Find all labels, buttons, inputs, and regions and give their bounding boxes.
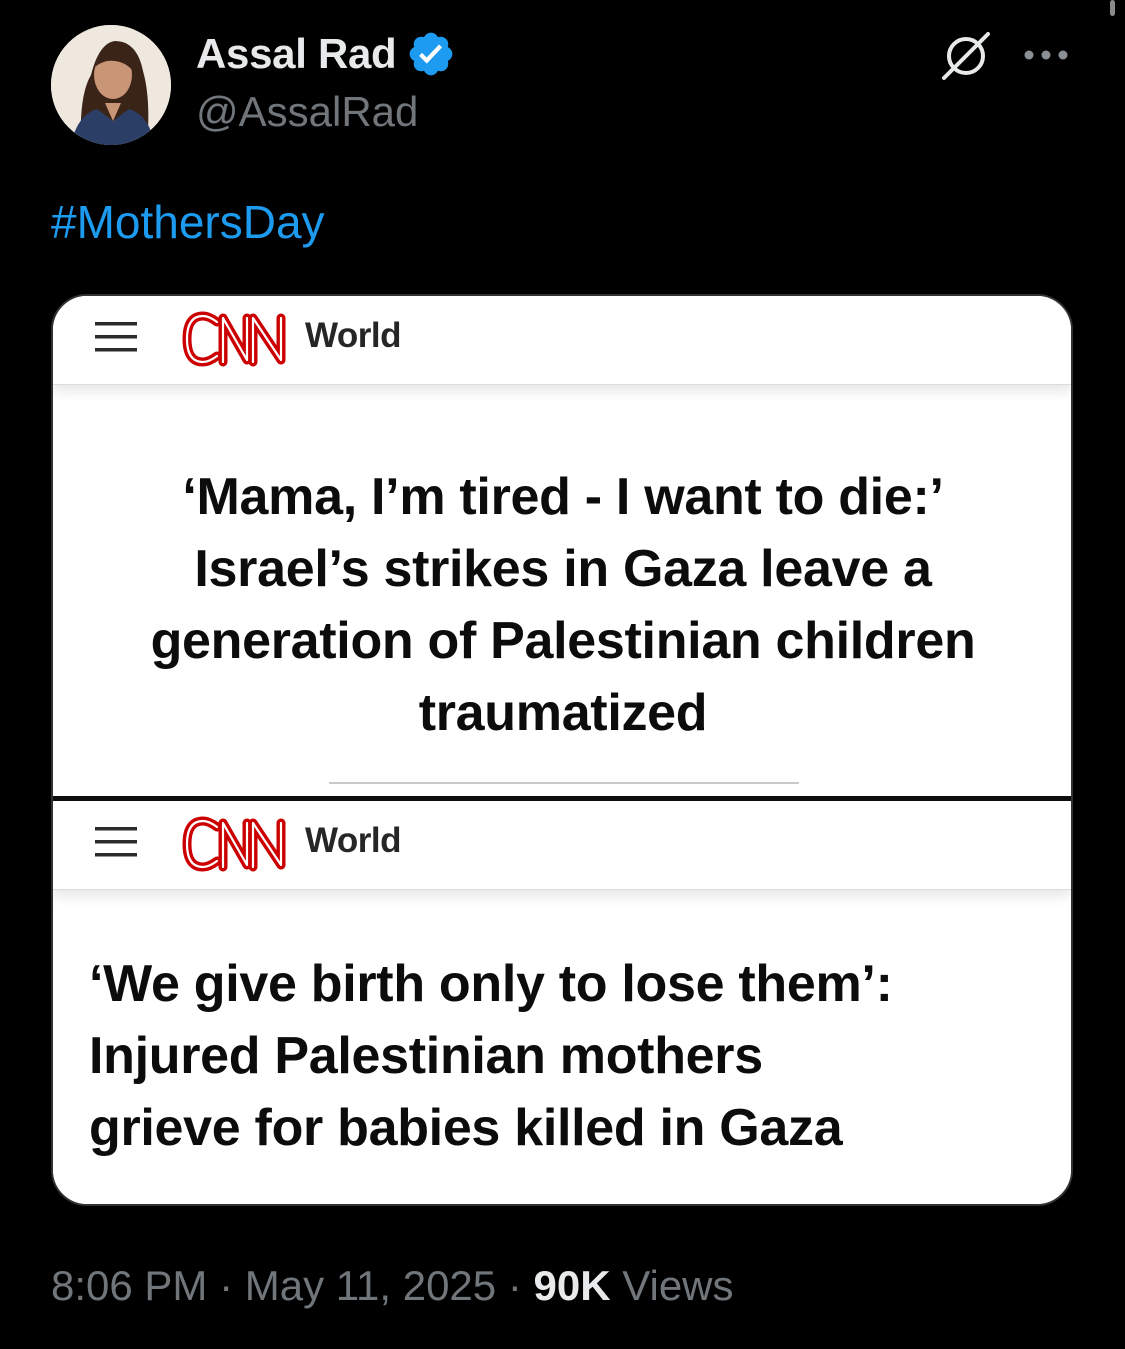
cnn-logo (181, 815, 293, 873)
avatar[interactable] (51, 25, 171, 145)
meta-separator: · (507, 1262, 522, 1309)
hamburger-icon (95, 823, 139, 861)
cnn-article-screenshot-top: World ‘Mama, I’m tired - I want to die:’… (53, 296, 1071, 796)
cnn-article-screenshot-bottom: World ‘We give birth only to lose them’:… (53, 801, 1071, 1204)
headline-line: generation of Palestinian children (150, 612, 976, 670)
verified-badge-icon[interactable] (406, 29, 456, 79)
tweet-time[interactable]: 8:06 PM (51, 1262, 207, 1309)
headline-line: ‘We give birth only to lose them’: (89, 955, 893, 1013)
hamburger-icon (95, 318, 139, 356)
author-handle[interactable]: @AssalRad (196, 88, 418, 136)
cnn-section-label: World (305, 821, 402, 860)
divider-line (329, 782, 799, 784)
cnn-header: World (53, 801, 1071, 890)
tweet-date[interactable]: May 11, 2025 (245, 1262, 496, 1309)
author-name[interactable]: Assal Rad (196, 28, 456, 80)
scroll-indicator[interactable] (1110, 0, 1115, 16)
tweet-text: #MothersDay (51, 194, 325, 250)
article-headline-top: ‘Mama, I’m tired - I want to die:’ Israe… (73, 461, 1053, 749)
headline-line: Israel’s strikes in Gaza leave a (194, 540, 932, 598)
hashtag-link[interactable]: #MothersDay (51, 196, 325, 248)
headline-line: ‘Mama, I’m tired - I want to die:’ (182, 468, 944, 526)
meta-separator: · (219, 1262, 234, 1309)
views-count[interactable]: 90K (534, 1262, 611, 1309)
cnn-section-label: World (305, 316, 402, 355)
headline-line: Injured Palestinian mothers (89, 1027, 763, 1085)
cnn-logo (181, 310, 293, 368)
headline-line: grieve for babies killed in Gaza (89, 1099, 843, 1157)
tweet-meta: 8:06 PM · May 11, 2025 · 90K Views (51, 1262, 734, 1310)
article-headline-bottom: ‘We give birth only to lose them’: Injur… (89, 948, 1069, 1164)
more-icon[interactable] (1020, 40, 1072, 70)
author-display-name[interactable]: Assal Rad (196, 30, 397, 78)
views-label[interactable]: Views (622, 1262, 733, 1309)
tweet-media-image[interactable]: World ‘Mama, I’m tired - I want to die:’… (51, 294, 1073, 1206)
cnn-header: World (53, 296, 1071, 385)
grok-icon[interactable] (938, 28, 994, 84)
headline-line: traumatized (418, 684, 708, 742)
